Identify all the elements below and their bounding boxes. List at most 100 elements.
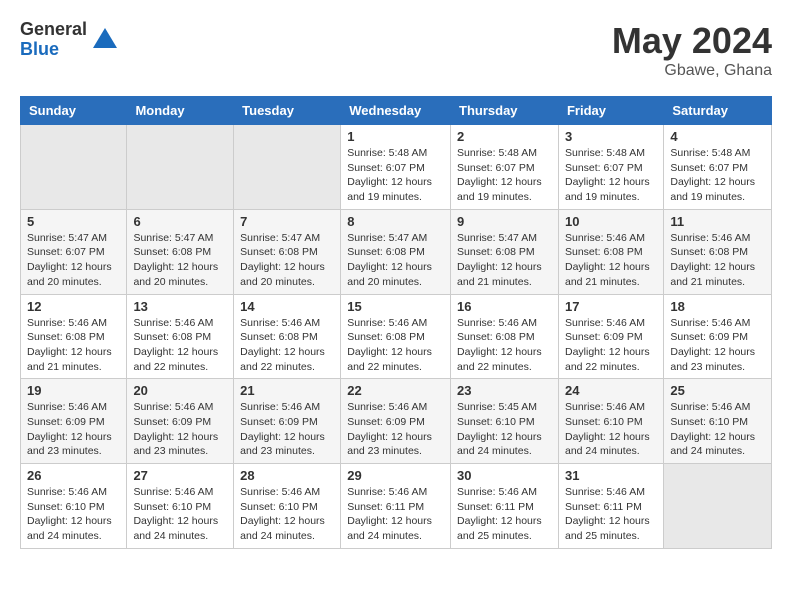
weekday-header: Sunday: [21, 97, 127, 125]
day-number: 5: [27, 214, 120, 229]
day-number: 28: [240, 468, 334, 483]
weekday-header: Wednesday: [341, 97, 451, 125]
calendar-week-row: 26 Sunrise: 5:46 AMSunset: 6:10 PMDayligh…: [21, 464, 772, 549]
weekday-header: Monday: [127, 97, 234, 125]
day-info: Sunrise: 5:47 AMSunset: 6:08 PMDaylight:…: [133, 231, 227, 290]
calendar-day-cell: 20 Sunrise: 5:46 AMSunset: 6:09 PMDayligh…: [127, 379, 234, 464]
day-number: 8: [347, 214, 444, 229]
day-info: Sunrise: 5:46 AMSunset: 6:08 PMDaylight:…: [457, 316, 552, 375]
day-info: Sunrise: 5:46 AMSunset: 6:09 PMDaylight:…: [240, 400, 334, 459]
calendar-day-cell: 22 Sunrise: 5:46 AMSunset: 6:09 PMDayligh…: [341, 379, 451, 464]
weekday-header: Thursday: [451, 97, 559, 125]
day-number: 19: [27, 383, 120, 398]
day-number: 24: [565, 383, 657, 398]
calendar-day-cell: 4Sunrise: 5:48 AMSunset: 6:07 PMDaylight…: [664, 125, 772, 210]
calendar-day-cell: 19 Sunrise: 5:46 AMSunset: 6:09 PMDayligh…: [21, 379, 127, 464]
calendar-day-cell: [21, 125, 127, 210]
day-number: 26: [27, 468, 120, 483]
day-info: Sunrise: 5:46 AMSunset: 6:09 PMDaylight:…: [670, 316, 765, 375]
calendar-day-cell: 14 Sunrise: 5:46 AMSunset: 6:08 PMDayligh…: [234, 294, 341, 379]
calendar-day-cell: 27 Sunrise: 5:46 AMSunset: 6:10 PMDayligh…: [127, 464, 234, 549]
day-info: Sunrise: 5:46 AMSunset: 6:08 PMDaylight:…: [347, 316, 444, 375]
day-number: 1: [347, 129, 444, 144]
day-number: 20: [133, 383, 227, 398]
title-block: May 2024 Gbawe, Ghana: [612, 20, 772, 80]
day-info: Sunrise: 5:48 AMSunset: 6:07 PMDaylight:…: [457, 146, 552, 205]
day-info: Sunrise: 5:46 AMSunset: 6:10 PMDaylight:…: [240, 485, 334, 544]
calendar-day-cell: [664, 464, 772, 549]
day-info: Sunrise: 5:46 AMSunset: 6:09 PMDaylight:…: [27, 400, 120, 459]
day-info: Sunrise: 5:46 AMSunset: 6:11 PMDaylight:…: [347, 485, 444, 544]
calendar-week-row: 19 Sunrise: 5:46 AMSunset: 6:09 PMDayligh…: [21, 379, 772, 464]
calendar-day-cell: 16 Sunrise: 5:46 AMSunset: 6:08 PMDayligh…: [451, 294, 559, 379]
calendar-day-cell: 24 Sunrise: 5:46 AMSunset: 6:10 PMDayligh…: [558, 379, 663, 464]
day-info: Sunrise: 5:47 AMSunset: 6:07 PMDaylight:…: [27, 231, 120, 290]
day-info: Sunrise: 5:46 AMSunset: 6:08 PMDaylight:…: [133, 316, 227, 375]
day-info: Sunrise: 5:46 AMSunset: 6:09 PMDaylight:…: [565, 316, 657, 375]
location-subtitle: Gbawe, Ghana: [612, 62, 772, 80]
day-number: 14: [240, 299, 334, 314]
day-info: Sunrise: 5:48 AMSunset: 6:07 PMDaylight:…: [565, 146, 657, 205]
logo-icon: [91, 26, 119, 54]
weekday-header: Saturday: [664, 97, 772, 125]
day-number: 21: [240, 383, 334, 398]
calendar-week-row: 1 Sunrise: 5:48 AMSunset: 6:07 PMDaylight…: [21, 125, 772, 210]
day-number: 18: [670, 299, 765, 314]
day-number: 22: [347, 383, 444, 398]
day-number: 29: [347, 468, 444, 483]
calendar-day-cell: 23 Sunrise: 5:45 AMSunset: 6:10 PMDayligh…: [451, 379, 559, 464]
calendar-day-cell: 5 Sunrise: 5:47 AMSunset: 6:07 PMDaylight…: [21, 209, 127, 294]
day-number: 30: [457, 468, 552, 483]
day-info: Sunrise: 5:46 AMSunset: 6:11 PMDaylight:…: [457, 485, 552, 544]
calendar-day-cell: 6 Sunrise: 5:47 AMSunset: 6:08 PMDaylight…: [127, 209, 234, 294]
calendar-table: SundayMondayTuesdayWednesdayThursdayFrid…: [20, 96, 772, 549]
day-number: 12: [27, 299, 120, 314]
calendar-header-row: SundayMondayTuesdayWednesdayThursdayFrid…: [21, 97, 772, 125]
day-number: 10: [565, 214, 657, 229]
calendar-day-cell: 21 Sunrise: 5:46 AMSunset: 6:09 PMDayligh…: [234, 379, 341, 464]
day-number: 11: [670, 214, 765, 229]
calendar-day-cell: 7 Sunrise: 5:47 AMSunset: 6:08 PMDaylight…: [234, 209, 341, 294]
day-number: 16: [457, 299, 552, 314]
calendar-week-row: 5 Sunrise: 5:47 AMSunset: 6:07 PMDaylight…: [21, 209, 772, 294]
calendar-day-cell: 12 Sunrise: 5:46 AMSunset: 6:08 PMDayligh…: [21, 294, 127, 379]
calendar-day-cell: 1 Sunrise: 5:48 AMSunset: 6:07 PMDaylight…: [341, 125, 451, 210]
day-info: Sunrise: 5:46 AMSunset: 6:08 PMDaylight:…: [27, 316, 120, 375]
main-title: May 2024: [612, 20, 772, 62]
calendar-day-cell: [234, 125, 341, 210]
calendar-day-cell: 30 Sunrise: 5:46 AMSunset: 6:11 PMDayligh…: [451, 464, 559, 549]
day-info: Sunrise: 5:46 AMSunset: 6:09 PMDaylight:…: [133, 400, 227, 459]
day-number: 17: [565, 299, 657, 314]
day-info: Sunrise: 5:45 AMSunset: 6:10 PMDaylight:…: [457, 400, 552, 459]
day-info: Sunrise: 5:46 AMSunset: 6:11 PMDaylight:…: [565, 485, 657, 544]
logo-blue: Blue: [20, 40, 87, 60]
calendar-day-cell: 28 Sunrise: 5:46 AMSunset: 6:10 PMDayligh…: [234, 464, 341, 549]
calendar-day-cell: 17 Sunrise: 5:46 AMSunset: 6:09 PMDayligh…: [558, 294, 663, 379]
day-info: Sunrise: 5:46 AMSunset: 6:08 PMDaylight:…: [240, 316, 334, 375]
day-number: 23: [457, 383, 552, 398]
day-number: 25: [670, 383, 765, 398]
calendar-day-cell: [127, 125, 234, 210]
day-info: Sunrise: 5:46 AMSunset: 6:08 PMDaylight:…: [565, 231, 657, 290]
day-number: 15: [347, 299, 444, 314]
day-info: Sunrise: 5:46 AMSunset: 6:10 PMDaylight:…: [670, 400, 765, 459]
logo-general: General: [20, 20, 87, 40]
day-number: 27: [133, 468, 227, 483]
day-number: 31: [565, 468, 657, 483]
day-info: Sunrise: 5:46 AMSunset: 6:10 PMDaylight:…: [27, 485, 120, 544]
day-info: Sunrise: 5:47 AMSunset: 6:08 PMDaylight:…: [240, 231, 334, 290]
day-number: 7: [240, 214, 334, 229]
day-info: Sunrise: 5:48 AMSunset: 6:07 PMDaylight:…: [347, 146, 444, 205]
calendar-day-cell: 25 Sunrise: 5:46 AMSunset: 6:10 PMDayligh…: [664, 379, 772, 464]
calendar-day-cell: 9Sunrise: 5:47 AMSunset: 6:08 PMDaylight…: [451, 209, 559, 294]
day-info: Sunrise: 5:46 AMSunset: 6:10 PMDaylight:…: [133, 485, 227, 544]
day-info: Sunrise: 5:46 AMSunset: 6:09 PMDaylight:…: [347, 400, 444, 459]
calendar-day-cell: 2 Sunrise: 5:48 AMSunset: 6:07 PMDaylight…: [451, 125, 559, 210]
calendar-day-cell: 31 Sunrise: 5:46 AMSunset: 6:11 PMDayligh…: [558, 464, 663, 549]
day-number: 2: [457, 129, 552, 144]
calendar-day-cell: 11 Sunrise: 5:46 AMSunset: 6:08 PMDayligh…: [664, 209, 772, 294]
day-number: 6: [133, 214, 227, 229]
day-info: Sunrise: 5:46 AMSunset: 6:10 PMDaylight:…: [565, 400, 657, 459]
calendar-week-row: 12 Sunrise: 5:46 AMSunset: 6:08 PMDayligh…: [21, 294, 772, 379]
day-info: Sunrise: 5:46 AMSunset: 6:08 PMDaylight:…: [670, 231, 765, 290]
